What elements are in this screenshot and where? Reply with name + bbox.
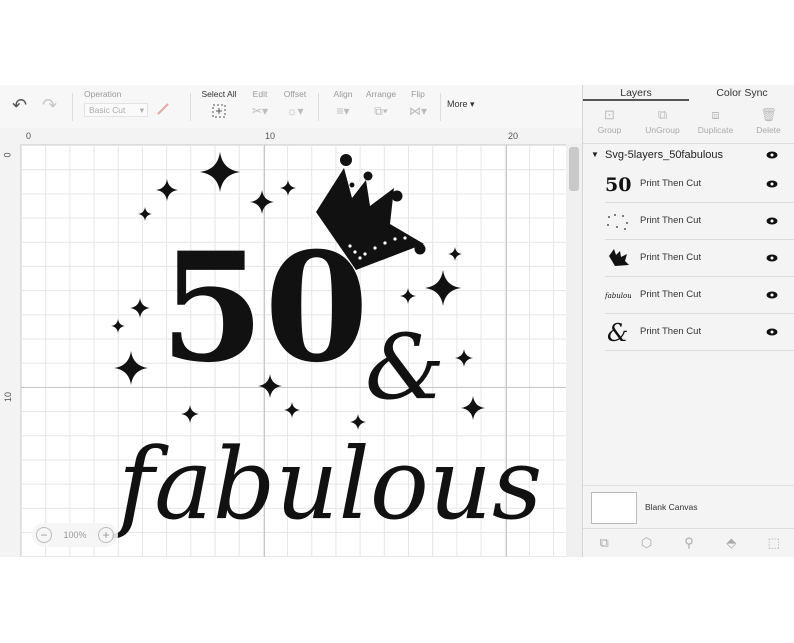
offset-icon[interactable]: ☼▾	[286, 104, 303, 118]
group-button[interactable]: ⊡ Group	[583, 101, 636, 143]
more-menu-button[interactable]: More ▾	[447, 99, 475, 110]
operation-group: Operation Basic Cut	[84, 89, 184, 117]
design-space-app: ↶ ↷ Operation Basic Cut Select All Edit …	[0, 85, 794, 557]
edit-toolbar: ↶ ↷ Operation Basic Cut Select All Edit …	[0, 85, 582, 129]
arrange-icon[interactable]: ⧉▾	[374, 104, 388, 119]
layer-name: Print Then Cut	[640, 326, 702, 337]
align-icon[interactable]: ≡▾	[336, 104, 349, 118]
svg-text:50: 50	[605, 174, 631, 196]
layer-thumbnail-crown	[609, 249, 629, 266]
offset-label: Offset	[283, 89, 307, 99]
ungroup-button[interactable]: ⧉ UnGroup	[636, 101, 689, 143]
flip-label: Flip	[411, 89, 425, 99]
layer-thumbnail-ampersand: &	[607, 319, 628, 346]
tab-layers[interactable]: Layers	[583, 85, 689, 101]
edit-label: Edit	[252, 89, 268, 99]
blank-canvas-label: Blank Canvas	[645, 502, 698, 512]
operation-select[interactable]: Basic Cut	[84, 103, 148, 117]
scrollbar-thumb[interactable]	[569, 147, 579, 191]
redo-icon[interactable]: ↷	[42, 95, 57, 116]
eye-icon[interactable]	[766, 291, 778, 299]
slice-icon[interactable]: ⧉	[583, 529, 625, 557]
layer-row[interactable]: Print Then Cut	[605, 240, 794, 277]
flip-group[interactable]: Flip ⋈▾	[404, 89, 432, 122]
zoom-level: 100%	[63, 530, 87, 540]
duplicate-label: Duplicate	[697, 125, 734, 135]
svg-text:fabulous: fabulous	[605, 292, 631, 300]
toolbar-divider	[190, 93, 191, 121]
ungroup-icon: ⧉	[657, 107, 668, 122]
caret-down-icon[interactable]: ▼	[591, 144, 599, 166]
layer-group-name: Svg-5layers_50fabulous	[605, 149, 724, 161]
layer-name: Print Then Cut	[640, 289, 702, 300]
blank-canvas-row[interactable]: Blank Canvas	[583, 485, 794, 530]
eye-icon[interactable]	[766, 180, 778, 188]
align-group[interactable]: Align ≡▾	[328, 89, 358, 122]
layer-row[interactable]: & Print Then Cut	[605, 314, 794, 351]
layer-row[interactable]: 50 Print Then Cut	[605, 166, 794, 203]
toolbar-divider	[440, 93, 441, 121]
ampersand-text[interactable]: &	[365, 315, 445, 420]
layer-bottom-actions: ⧉ ⬡ ⚲ ⬘ ⬚	[583, 528, 794, 557]
pen-color-icon[interactable]	[156, 102, 170, 116]
layer-row[interactable]: Print Then Cut	[605, 203, 794, 240]
delete-label: Delete	[756, 125, 781, 135]
layers-panel: Layers Color Sync ⊡ Group ⧉ UnGroup ⧈ Dupli…	[582, 85, 794, 557]
eye-icon[interactable]	[766, 254, 778, 262]
scissors-icon[interactable]: ✂▾	[252, 104, 268, 118]
undo-icon[interactable]: ↶	[12, 95, 27, 116]
layer-name: Print Then Cut	[640, 215, 702, 226]
duplicate-button[interactable]: ⧈ Duplicate	[689, 101, 742, 143]
edit-group[interactable]: Edit ✂▾	[246, 89, 274, 122]
zoom-control: − 100% +	[32, 523, 118, 547]
zoom-out-button[interactable]: −	[36, 527, 52, 543]
toolbar-divider	[72, 93, 73, 121]
layer-actions: ⊡ Group ⧉ UnGroup ⧈ Duplicate 🗑 Delete	[583, 101, 794, 144]
eye-icon[interactable]	[766, 217, 778, 225]
group-icon: ⊡	[604, 107, 615, 122]
delete-button[interactable]: 🗑 Delete	[742, 101, 794, 143]
ungroup-label: UnGroup	[645, 125, 680, 135]
layer-group-row[interactable]: ▼ Svg-5layers_50fabulous	[583, 144, 794, 166]
layer-thumbnail-50: 50	[605, 174, 631, 196]
fabulous-text[interactable]: fabulous	[111, 428, 542, 542]
fifty-text[interactable]: 50	[160, 220, 369, 396]
select-all-group[interactable]: Select All	[198, 89, 240, 122]
design-canvas[interactable]: 0 10 20 0 10 50 & fabulous − 100% +	[0, 128, 582, 557]
arrange-label: Arrange	[365, 89, 397, 99]
layer-thumbnail-stars	[607, 214, 628, 230]
attach-icon[interactable]: ⚲	[668, 529, 710, 557]
toolbar-divider	[318, 93, 319, 121]
duplicate-icon: ⧈	[711, 107, 720, 122]
select-all-icon[interactable]	[211, 103, 227, 119]
operation-label: Operation	[84, 89, 122, 99]
contour-icon[interactable]: ⬚	[753, 529, 794, 557]
layer-row[interactable]: fabulous Print Then Cut	[605, 277, 794, 314]
layer-thumbnail-fabulous: fabulous	[605, 292, 631, 300]
svg-text:&: &	[607, 319, 628, 346]
trash-icon: 🗑	[760, 107, 777, 122]
eye-icon[interactable]	[766, 328, 778, 336]
zoom-in-button[interactable]: +	[98, 527, 114, 543]
group-label: Group	[597, 125, 622, 135]
select-all-label: Select All	[201, 89, 237, 99]
arrange-group[interactable]: Arrange ⧉▾	[364, 89, 398, 122]
tab-color-sync[interactable]: Color Sync	[689, 85, 794, 101]
layer-name: Print Then Cut	[640, 178, 702, 189]
canvas-scrollbar[interactable]	[566, 144, 582, 557]
layer-name: Print Then Cut	[640, 252, 702, 263]
panel-tabs: Layers Color Sync	[583, 85, 794, 101]
more-label: More	[447, 99, 468, 109]
eye-icon[interactable]	[766, 151, 778, 159]
design-artwork[interactable]: 50 & fabulous	[0, 128, 566, 557]
combine-icon[interactable]: ⬡	[625, 529, 667, 557]
blank-canvas-swatch[interactable]	[591, 492, 637, 524]
offset-group[interactable]: Offset ☼▾	[280, 89, 310, 122]
align-label: Align	[333, 89, 353, 99]
flip-icon[interactable]: ⋈▾	[409, 104, 427, 118]
flatten-icon[interactable]: ⬘	[710, 529, 752, 557]
